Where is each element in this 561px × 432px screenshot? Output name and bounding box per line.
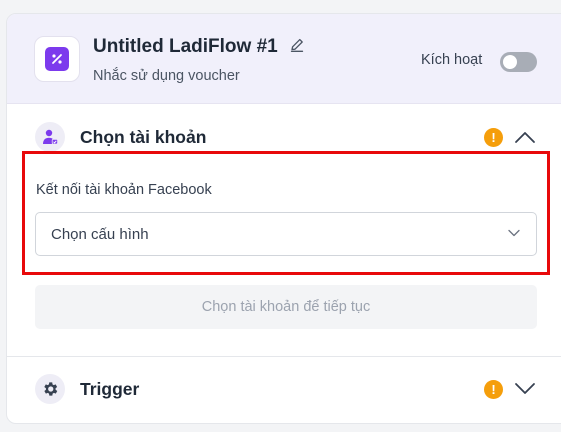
section-divider xyxy=(7,356,561,357)
percent-tag-icon xyxy=(45,47,69,71)
continue-button[interactable]: Chọn tài khoản để tiếp tục xyxy=(35,285,537,329)
facebook-account-label: Kết nối tài khoản Facebook xyxy=(36,182,212,198)
flow-title: Untitled LadiFlow #1 xyxy=(93,36,278,57)
activate-toggle[interactable] xyxy=(500,52,537,72)
config-select-value: Chọn cấu hình xyxy=(51,226,149,243)
flow-subtitle: Nhắc sử dụng voucher xyxy=(93,68,240,84)
warning-icon: ! xyxy=(484,380,503,399)
warning-icon: ! xyxy=(484,128,503,147)
flow-card: Untitled LadiFlow #1 Nhắc sử dụng vouche… xyxy=(6,13,561,424)
chevron-down-icon[interactable] xyxy=(514,382,536,396)
gear-icon xyxy=(35,374,65,404)
flow-icon-container xyxy=(34,36,80,82)
config-select[interactable]: Chọn cấu hình xyxy=(35,212,537,256)
trigger-section-title[interactable]: Trigger xyxy=(80,379,139,400)
toggle-knob xyxy=(503,55,517,69)
chevron-down-icon xyxy=(508,229,520,237)
pencil-edit-icon[interactable] xyxy=(289,37,305,53)
account-section-title[interactable]: Chọn tài khoản xyxy=(80,127,206,148)
user-settings-icon xyxy=(35,122,65,152)
chevron-up-icon[interactable] xyxy=(514,130,536,144)
activate-label: Kích hoạt xyxy=(421,52,483,68)
flow-header: Untitled LadiFlow #1 Nhắc sử dụng vouche… xyxy=(7,14,561,104)
